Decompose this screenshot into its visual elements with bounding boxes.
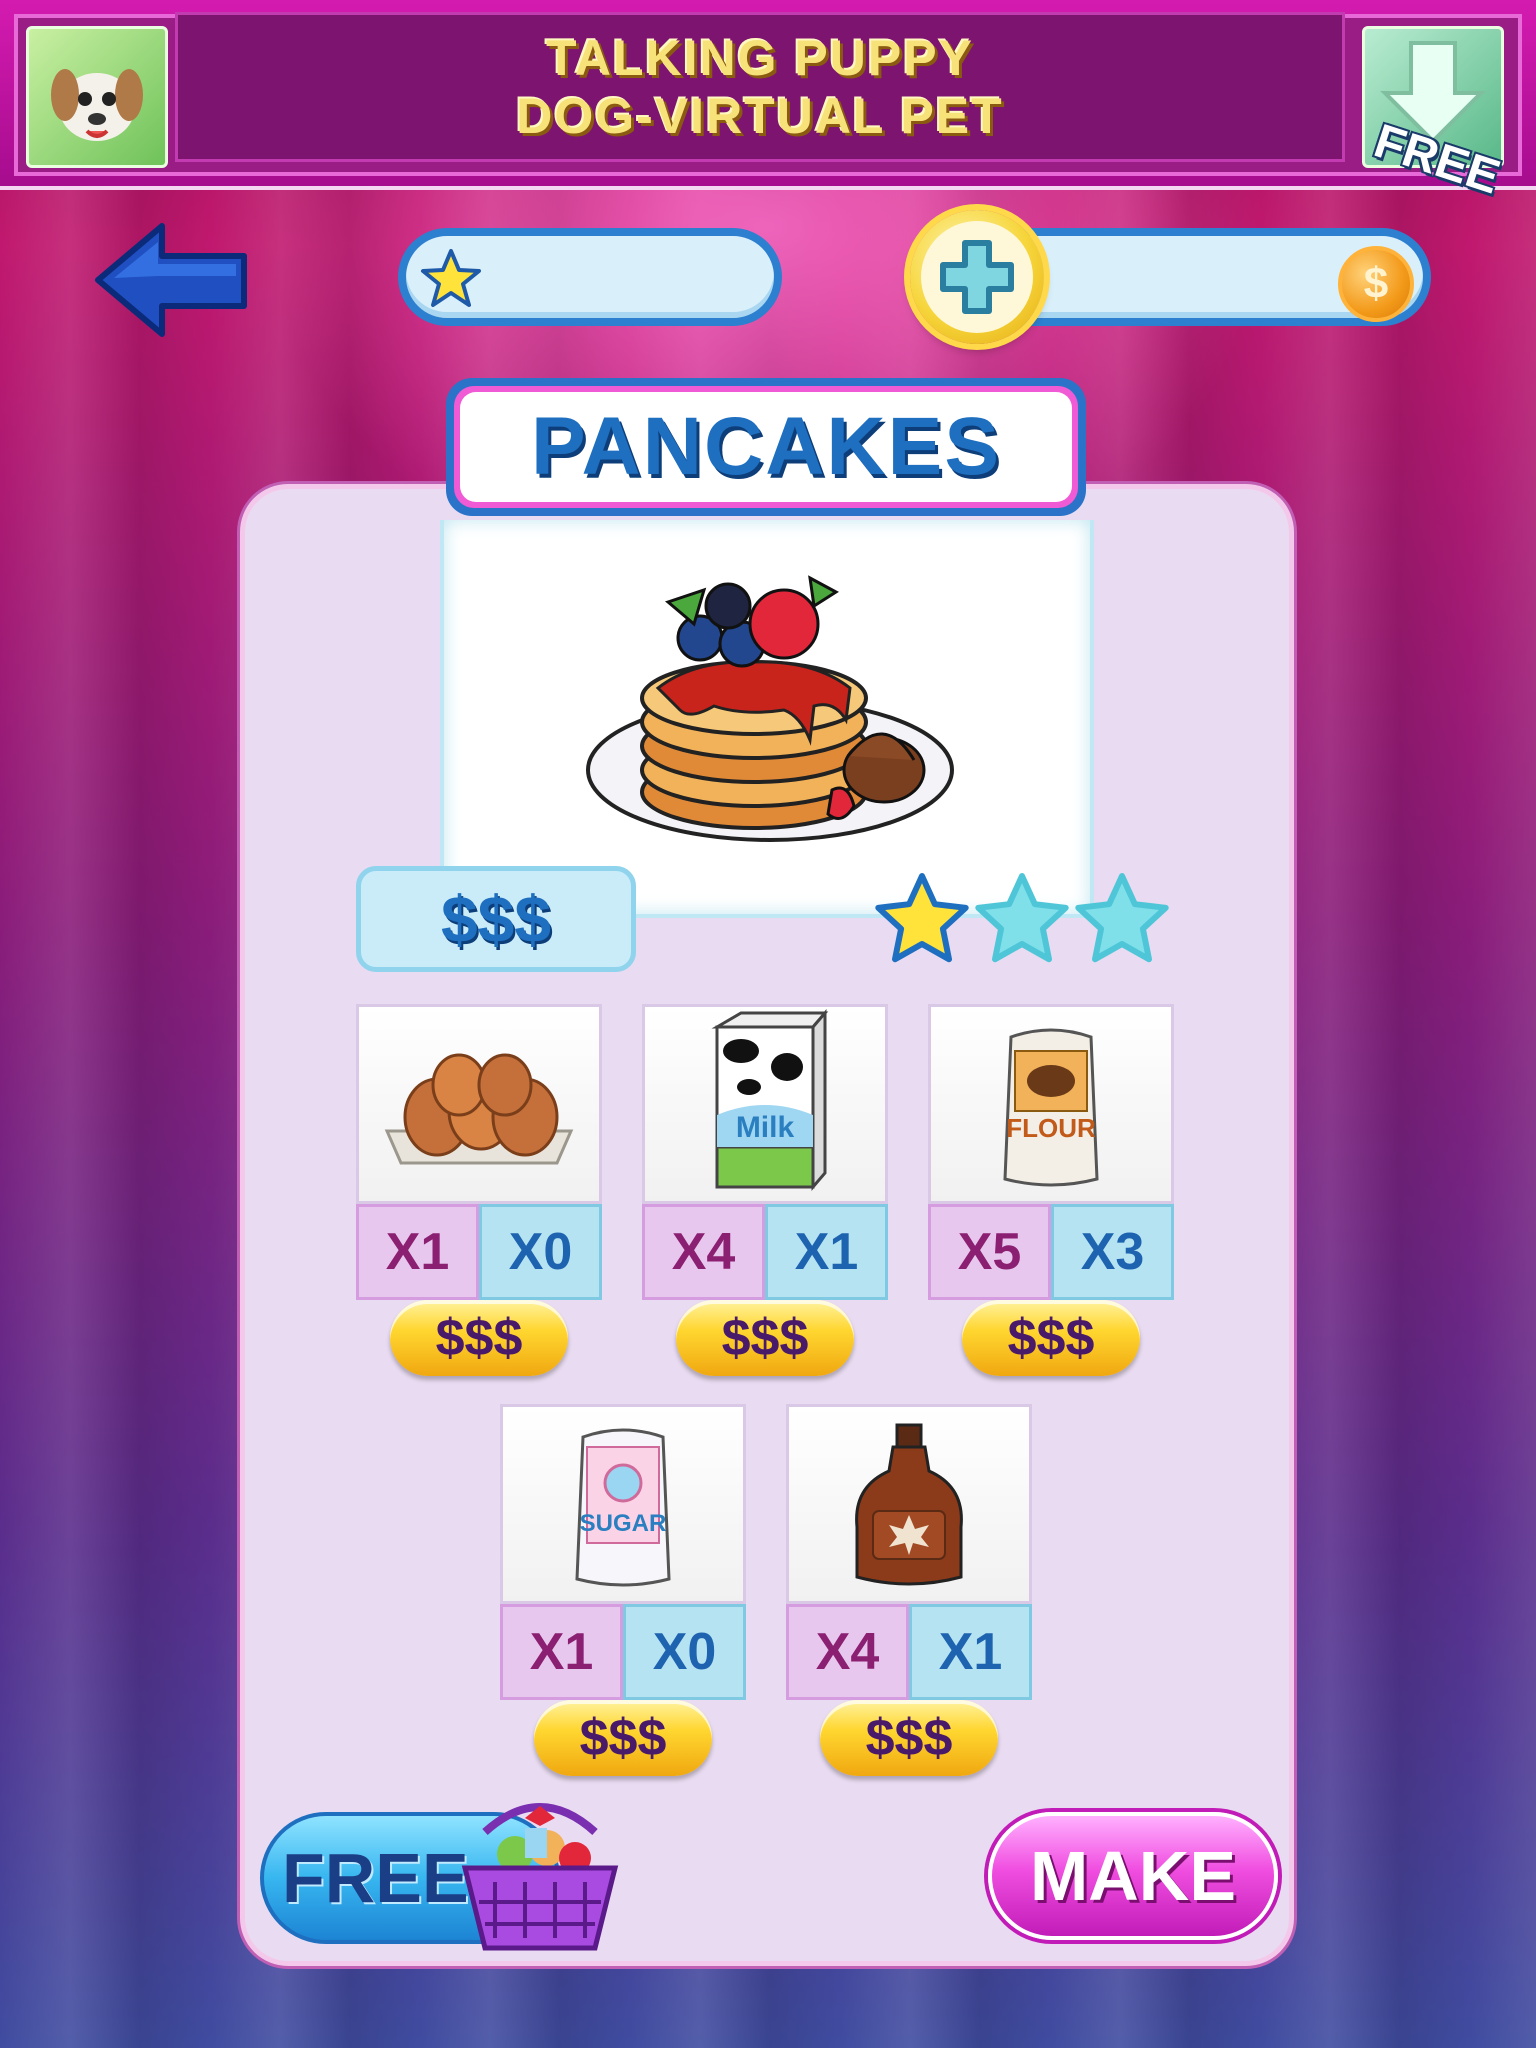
milk-label: Milk [736, 1111, 795, 1144]
ad-title-line-2: DOG-VIRTUAL PET [516, 88, 1004, 144]
make-button[interactable]: MAKE [988, 1812, 1278, 1940]
ingredient-card-eggs: X1 X0 $$$ [356, 1004, 602, 1376]
sugar-icon: SUGAR [500, 1404, 746, 1604]
milk-icon: Milk [642, 1004, 888, 1204]
recipe-price-tag: $$$ [356, 866, 636, 972]
back-button[interactable] [92, 220, 252, 340]
free-button-label: FREE [282, 1839, 469, 1917]
make-button-label: MAKE [1029, 1837, 1237, 1915]
pancakes-image [586, 575, 954, 842]
recipe-title-plate: PANCAKES [446, 378, 1086, 516]
ingredient-have-count: X0 [479, 1204, 602, 1300]
plus-icon [940, 240, 1014, 314]
recipe-title: PANCAKES [530, 401, 1002, 492]
recipe-price: $$$ [440, 882, 552, 956]
buy-sugar-button[interactable]: $$$ [534, 1700, 712, 1776]
star-icon [421, 249, 481, 307]
add-coins-button[interactable] [910, 210, 1044, 344]
ingredient-card-flour: FLOUR X5 X3 $$$ [928, 1004, 1174, 1376]
ad-banner[interactable]: TALKING PUPPY DOG-VIRTUAL PET FREE [0, 0, 1536, 204]
ingredient-have-count: X0 [623, 1604, 746, 1700]
maple-syrup-icon [786, 1404, 1032, 1604]
ingredient-card-milk: Milk X4 X1 $$$ [642, 1004, 888, 1376]
sugar-label: SUGAR [580, 1510, 667, 1537]
flour-label: FLOUR [1006, 1113, 1096, 1143]
basket-icon[interactable] [455, 1792, 625, 1960]
ingredient-need-count: X5 [928, 1204, 1051, 1300]
rating-star-filled-icon [875, 873, 969, 963]
puppy-icon[interactable] [26, 26, 168, 168]
ingredient-need-count: X4 [642, 1204, 765, 1300]
ingredient-need-count: X1 [356, 1204, 479, 1300]
ingredient-have-count: X1 [909, 1604, 1032, 1700]
ingredient-card-sugar: SUGAR X1 X0 $$$ [500, 1404, 746, 1776]
ingredient-have-count: X3 [1051, 1204, 1174, 1300]
eggs-icon [356, 1004, 602, 1204]
ingredient-have-count: X1 [765, 1204, 888, 1300]
buy-eggs-button[interactable]: $$$ [390, 1300, 568, 1376]
coin-icon: $ [1338, 246, 1414, 322]
buy-milk-button[interactable]: $$$ [676, 1300, 854, 1376]
buy-flour-button[interactable]: $$$ [962, 1300, 1140, 1376]
stars-counter [398, 228, 782, 326]
recipe-rating [875, 873, 1169, 963]
rating-star-empty-icon [975, 873, 1069, 963]
recipe-image-frame [440, 520, 1094, 918]
ingredient-need-count: X4 [786, 1604, 909, 1700]
back-arrow-icon [95, 223, 247, 337]
ingredient-card-maple-syrup: X4 X1 $$$ [786, 1404, 1032, 1776]
buy-maple-syrup-button[interactable]: $$$ [820, 1700, 998, 1776]
ingredient-need-count: X1 [500, 1604, 623, 1700]
ad-title-line-1: TALKING PUPPY [546, 30, 974, 86]
ad-title[interactable]: TALKING PUPPY DOG-VIRTUAL PET [175, 12, 1345, 162]
rating-star-empty-icon [1075, 873, 1169, 963]
flour-icon: FLOUR [928, 1004, 1174, 1204]
